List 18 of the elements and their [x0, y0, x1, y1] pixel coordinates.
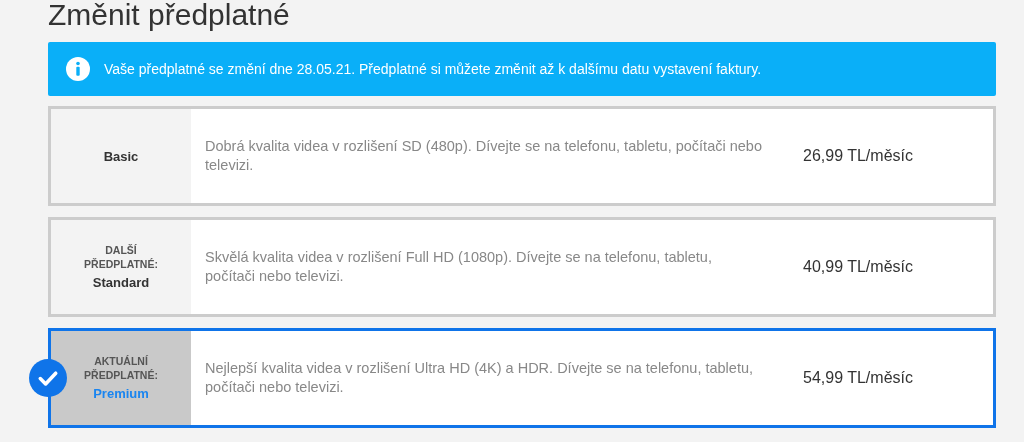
plan-card[interactable]: DALŠÍ PŘEDPLATNÉ: Standard Skvělá kvalita videa v rozlišení Full HD (1080p). Dívejte se na telefonu, tabletu, počítači nebo televizi. 40,99 TL/měsíc [48, 217, 996, 317]
plan-description: Dobrá kvalita videa v rozlišení SD (480p). Dívejte se na telefonu, tabletu, počítači nebo televizi. [204, 137, 763, 175]
plan-price: 54,99 TL/měsíc [803, 368, 914, 388]
plan-card[interactable]: Basic Dobrá kvalita videa v rozlišení SD (480p). Dívejte se na telefonu, tabletu, počítači nebo televizi. 26,99 TL/měsíc [48, 106, 996, 206]
plan-status: AKTUÁLNÍ PŘEDPLATNÉ: [83, 354, 159, 383]
info-message: Vaše předplatné se změní dne 28.05.21. Předplatné si můžete změnit až k dalšímu datu vystavení faktury. [104, 61, 762, 77]
check-icon [29, 359, 67, 397]
plan-description: Skvělá kvalita videa v rozlišení Full HD (1080p). Dívejte se na telefonu, tabletu, počítači nebo televizi. [204, 248, 713, 286]
page-title: Změnit předplatné [48, 0, 291, 33]
plan-description: Nejlepší kvalita videa v rozlišení Ultra HD (4K) a HDR. Dívejte se na telefonu, tabletu, počítači nebo televizi. [204, 359, 754, 397]
plan-status: DALŠÍ PŘEDPLATNÉ: [83, 243, 159, 272]
plan-name: Standard [92, 275, 150, 291]
plan-name: Basic [103, 148, 139, 164]
plan-card[interactable]: AKTUÁLNÍ PŘEDPLATNÉ: Premium Nejlepší kvalita videa v rozlišení Ultra HD (4K) a HDR. Dívejte se na telefonu, tabletu, počítači nebo televizi. 54,99 TL/měsíc [48, 328, 996, 428]
plan-name: Premium [93, 386, 149, 402]
plan-price: 40,99 TL/měsíc [803, 257, 914, 277]
info-icon [66, 57, 90, 81]
plan-price: 26,99 TL/měsíc [803, 146, 914, 166]
